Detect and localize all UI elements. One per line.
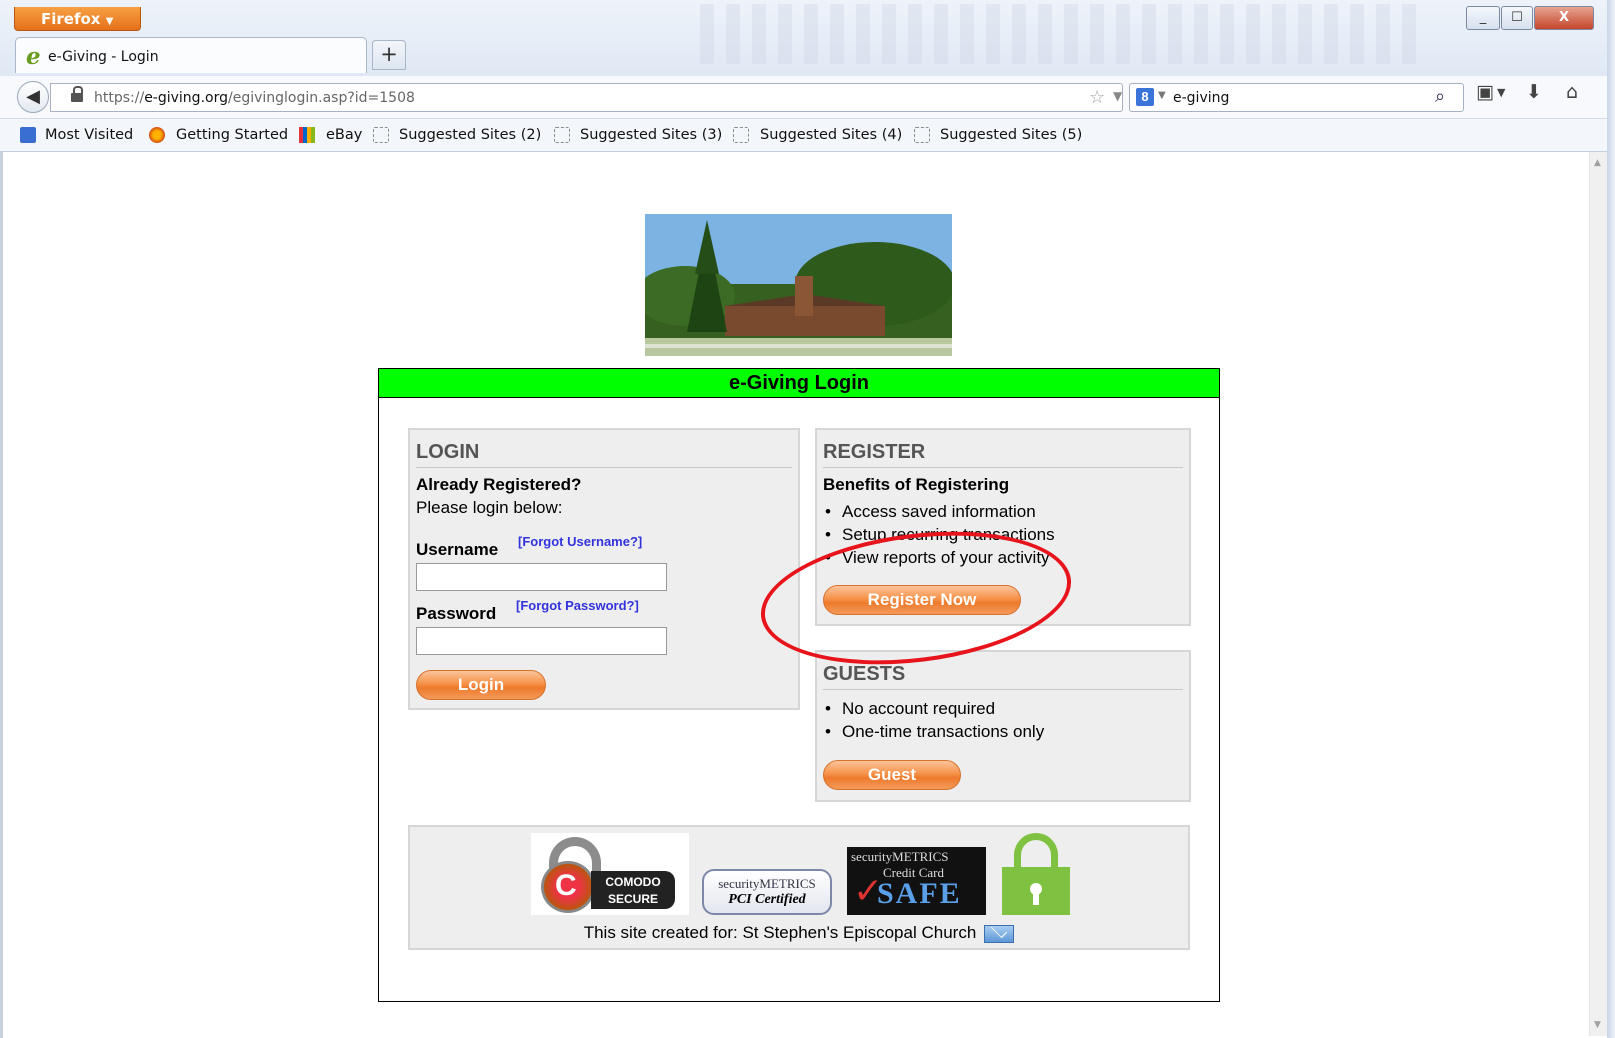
list-item: No account required xyxy=(823,697,1044,720)
most-visited-icon xyxy=(20,127,36,143)
bookmarks-toolbar: Most Visited Getting Started eBay Sugges… xyxy=(0,119,1615,152)
login-instruction: Please login below: xyxy=(416,498,563,517)
benefits-heading: Benefits of Registering xyxy=(823,475,1010,494)
bookmark-suggested-sites-3[interactable]: Suggested Sites (3) xyxy=(580,127,722,143)
forgot-username-link[interactable]: [Forgot Username?] xyxy=(518,534,642,549)
address-bar[interactable]: https://e-giving.org/egivinglogin.asp?id… xyxy=(50,83,1155,112)
safe-badge-label: SAFE xyxy=(877,877,962,910)
bookmark-suggested-sites-5[interactable]: Suggested Sites (5) xyxy=(940,127,1082,143)
chevron-down-icon: ▼ xyxy=(105,16,114,27)
bookmarks-menu-icon[interactable]: ▣ xyxy=(1476,81,1494,103)
guests-panel: GUESTS No account required One-time tran… xyxy=(815,650,1191,802)
engine-dropdown-icon[interactable]: ▼ xyxy=(1158,90,1166,101)
ebay-icon xyxy=(299,127,315,143)
suggested-sites-icon xyxy=(914,127,930,143)
password-label: Password xyxy=(416,604,497,623)
username-field[interactable] xyxy=(416,563,667,591)
background-window-ghost xyxy=(700,4,1420,64)
credit-card-safe-badge[interactable]: securityMETRICS Credit Card ✓ SAFE xyxy=(847,847,986,915)
pci-badge-label: PCI Certified xyxy=(728,892,806,907)
lock-icon xyxy=(71,86,83,104)
guest-info-list: No account required One-time transaction… xyxy=(823,697,1044,743)
download-icon[interactable]: ⬇ xyxy=(1526,81,1542,103)
guest-button[interactable]: Guest xyxy=(823,760,961,790)
security-badges-panel: C COMODO SECURE securityMETRICS PCI Certi… xyxy=(408,825,1190,950)
close-window-button[interactable]: X xyxy=(1534,6,1594,30)
firefox-icon xyxy=(149,127,165,143)
vertical-scrollbar[interactable]: ▲ ▼ xyxy=(1589,152,1608,1036)
suggested-sites-icon xyxy=(733,127,749,143)
church-photo xyxy=(645,214,952,356)
tab-egiving-login[interactable]: e e-Giving - Login xyxy=(15,37,367,73)
username-label: Username xyxy=(416,540,499,559)
site-credit: This site created for: St Stephen's Epis… xyxy=(410,923,1188,943)
forgot-password-link[interactable]: [Forgot Password?] xyxy=(516,598,639,613)
egiving-login-box: e-Giving Login LOGIN Already Registered?… xyxy=(378,368,1220,1002)
already-registered-text: Already Registered? xyxy=(416,475,582,494)
guests-heading: GUESTS xyxy=(823,661,1183,690)
bookmark-ebay[interactable]: eBay xyxy=(326,127,362,143)
search-icon[interactable]: ⌕ xyxy=(1435,86,1445,107)
minimize-button[interactable]: _ xyxy=(1466,6,1500,30)
scroll-down-icon[interactable]: ▼ xyxy=(1594,1020,1601,1030)
comodo-c-letter: C xyxy=(555,869,577,902)
history-dropdown-icon[interactable]: ▼ xyxy=(1113,89,1122,103)
home-icon[interactable]: ⌂ xyxy=(1566,81,1578,103)
window-right-edge xyxy=(1607,0,1615,1038)
back-button[interactable]: ◀ xyxy=(17,81,49,113)
window-left-edge xyxy=(0,152,3,1038)
bookmark-star-icon[interactable]: ☆ xyxy=(1089,87,1105,108)
maximize-button[interactable]: ☐ xyxy=(1501,6,1533,30)
safe-badge-brand: securityMETRICS xyxy=(851,849,949,864)
back-arrow-icon: ◀ xyxy=(26,86,40,107)
comodo-secure-badge[interactable]: C COMODO SECURE xyxy=(531,833,689,915)
url-text: https://e-giving.org/egivinglogin.asp?id… xyxy=(94,90,415,106)
search-bar[interactable]: 8 ▼ e-giving ⌕ xyxy=(1129,83,1464,112)
suggested-sites-icon xyxy=(554,127,570,143)
password-field[interactable] xyxy=(416,627,667,655)
bookmark-getting-started[interactable]: Getting Started xyxy=(176,127,288,143)
site-credit-text: This site created for: St Stephen's Epis… xyxy=(583,923,977,942)
green-padlock-icon xyxy=(1002,833,1070,915)
login-panel: LOGIN Already Registered? Please login b… xyxy=(408,428,800,710)
firefox-menu-label: Firefox xyxy=(41,10,101,28)
church-banner-image xyxy=(645,214,952,356)
e-giving-favicon-icon: e xyxy=(26,43,41,70)
bookmark-suggested-sites-4[interactable]: Suggested Sites (4) xyxy=(760,127,902,143)
comodo-label: COMODO SECURE xyxy=(591,871,675,909)
bookmark-most-visited[interactable]: Most Visited xyxy=(45,127,133,143)
list-item: Access saved information xyxy=(823,500,1055,523)
scroll-up-icon[interactable]: ▲ xyxy=(1594,158,1601,168)
pci-badge-brand: securityMETRICS xyxy=(718,876,816,891)
list-item: One-time transactions only xyxy=(823,720,1044,743)
login-heading: LOGIN xyxy=(416,439,792,468)
tab-title: e-Giving - Login xyxy=(48,49,159,65)
firefox-menu-button[interactable]: Firefox ▼ xyxy=(14,7,141,31)
register-heading: REGISTER xyxy=(823,439,1183,468)
pci-certified-badge[interactable]: securityMETRICS PCI Certified xyxy=(702,869,832,915)
navigation-toolbar: https://e-giving.org/egivinglogin.asp?id… xyxy=(0,76,1615,119)
bookmarks-dropdown-icon[interactable]: ▼ xyxy=(1497,86,1505,99)
email-envelope-icon[interactable] xyxy=(984,924,1015,943)
bookmark-suggested-sites-2[interactable]: Suggested Sites (2) xyxy=(399,127,541,143)
suggested-sites-icon xyxy=(373,127,389,143)
browser-titlebar: Firefox ▼ _ ☐ X e e-Giving - Login + xyxy=(0,0,1615,77)
search-engine-icon[interactable]: 8 xyxy=(1136,88,1154,106)
login-button[interactable]: Login xyxy=(416,670,546,700)
new-tab-button[interactable]: + xyxy=(372,40,406,70)
search-input[interactable]: e-giving xyxy=(1173,90,1229,106)
login-box-title: e-Giving Login xyxy=(379,369,1219,398)
